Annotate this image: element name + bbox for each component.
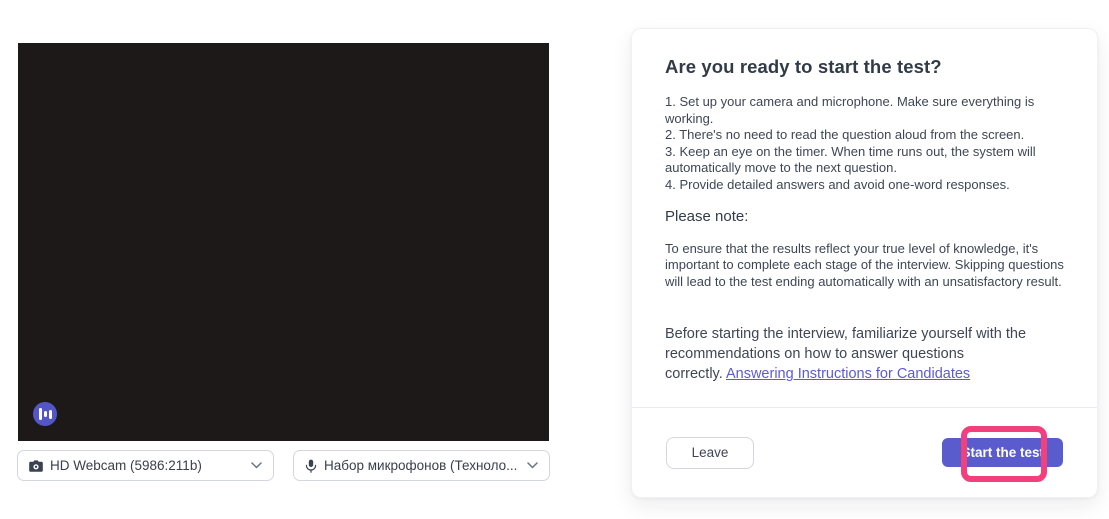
camera-icon [29,460,43,472]
chevron-down-icon [251,462,262,469]
instruction-item: 4. Provide detailed answers and avoid on… [665,177,1064,194]
start-test-button[interactable]: Start the test [942,438,1063,467]
before-start-paragraph: Before starting the interview, familiari… [665,324,1064,384]
audio-level-icon [39,408,52,420]
instruction-item: 1. Set up your camera and microphone. Ma… [665,94,1064,127]
camera-select[interactable]: HD Webcam (5986:211b) [17,450,274,481]
before-start-tail: correctly. [665,366,726,382]
before-start-text: Before starting the interview, familiari… [665,324,1039,364]
note-title: Please note: [665,208,1064,225]
note-body: To ensure that the results reflect your … [665,241,1064,291]
leave-button[interactable]: Leave [666,437,754,469]
card-body: Are you ready to start the test? 1. Set … [632,29,1097,384]
chevron-down-icon [527,462,538,469]
start-test-card: Are you ready to start the test? 1. Set … [631,28,1098,498]
audio-level-button[interactable] [33,402,57,426]
microphone-icon [305,459,317,473]
card-title: Are you ready to start the test? [665,56,1064,78]
microphone-select-value: Набор микрофонов (Техноло... [324,458,520,473]
instruction-item: 2. There's no need to read the question … [665,127,1064,144]
instruction-item: 3. Keep an eye on the timer. When time r… [665,144,1064,177]
instructions-list: 1. Set up your camera and microphone. Ma… [665,94,1064,194]
answering-instructions-link[interactable]: Answering Instructions for Candidates [726,366,970,382]
webcam-preview [18,43,549,441]
card-footer: Leave Start the test [632,407,1097,497]
microphone-select[interactable]: Набор микрофонов (Техноло... [293,450,550,481]
camera-select-value: HD Webcam (5986:211b) [50,458,244,473]
